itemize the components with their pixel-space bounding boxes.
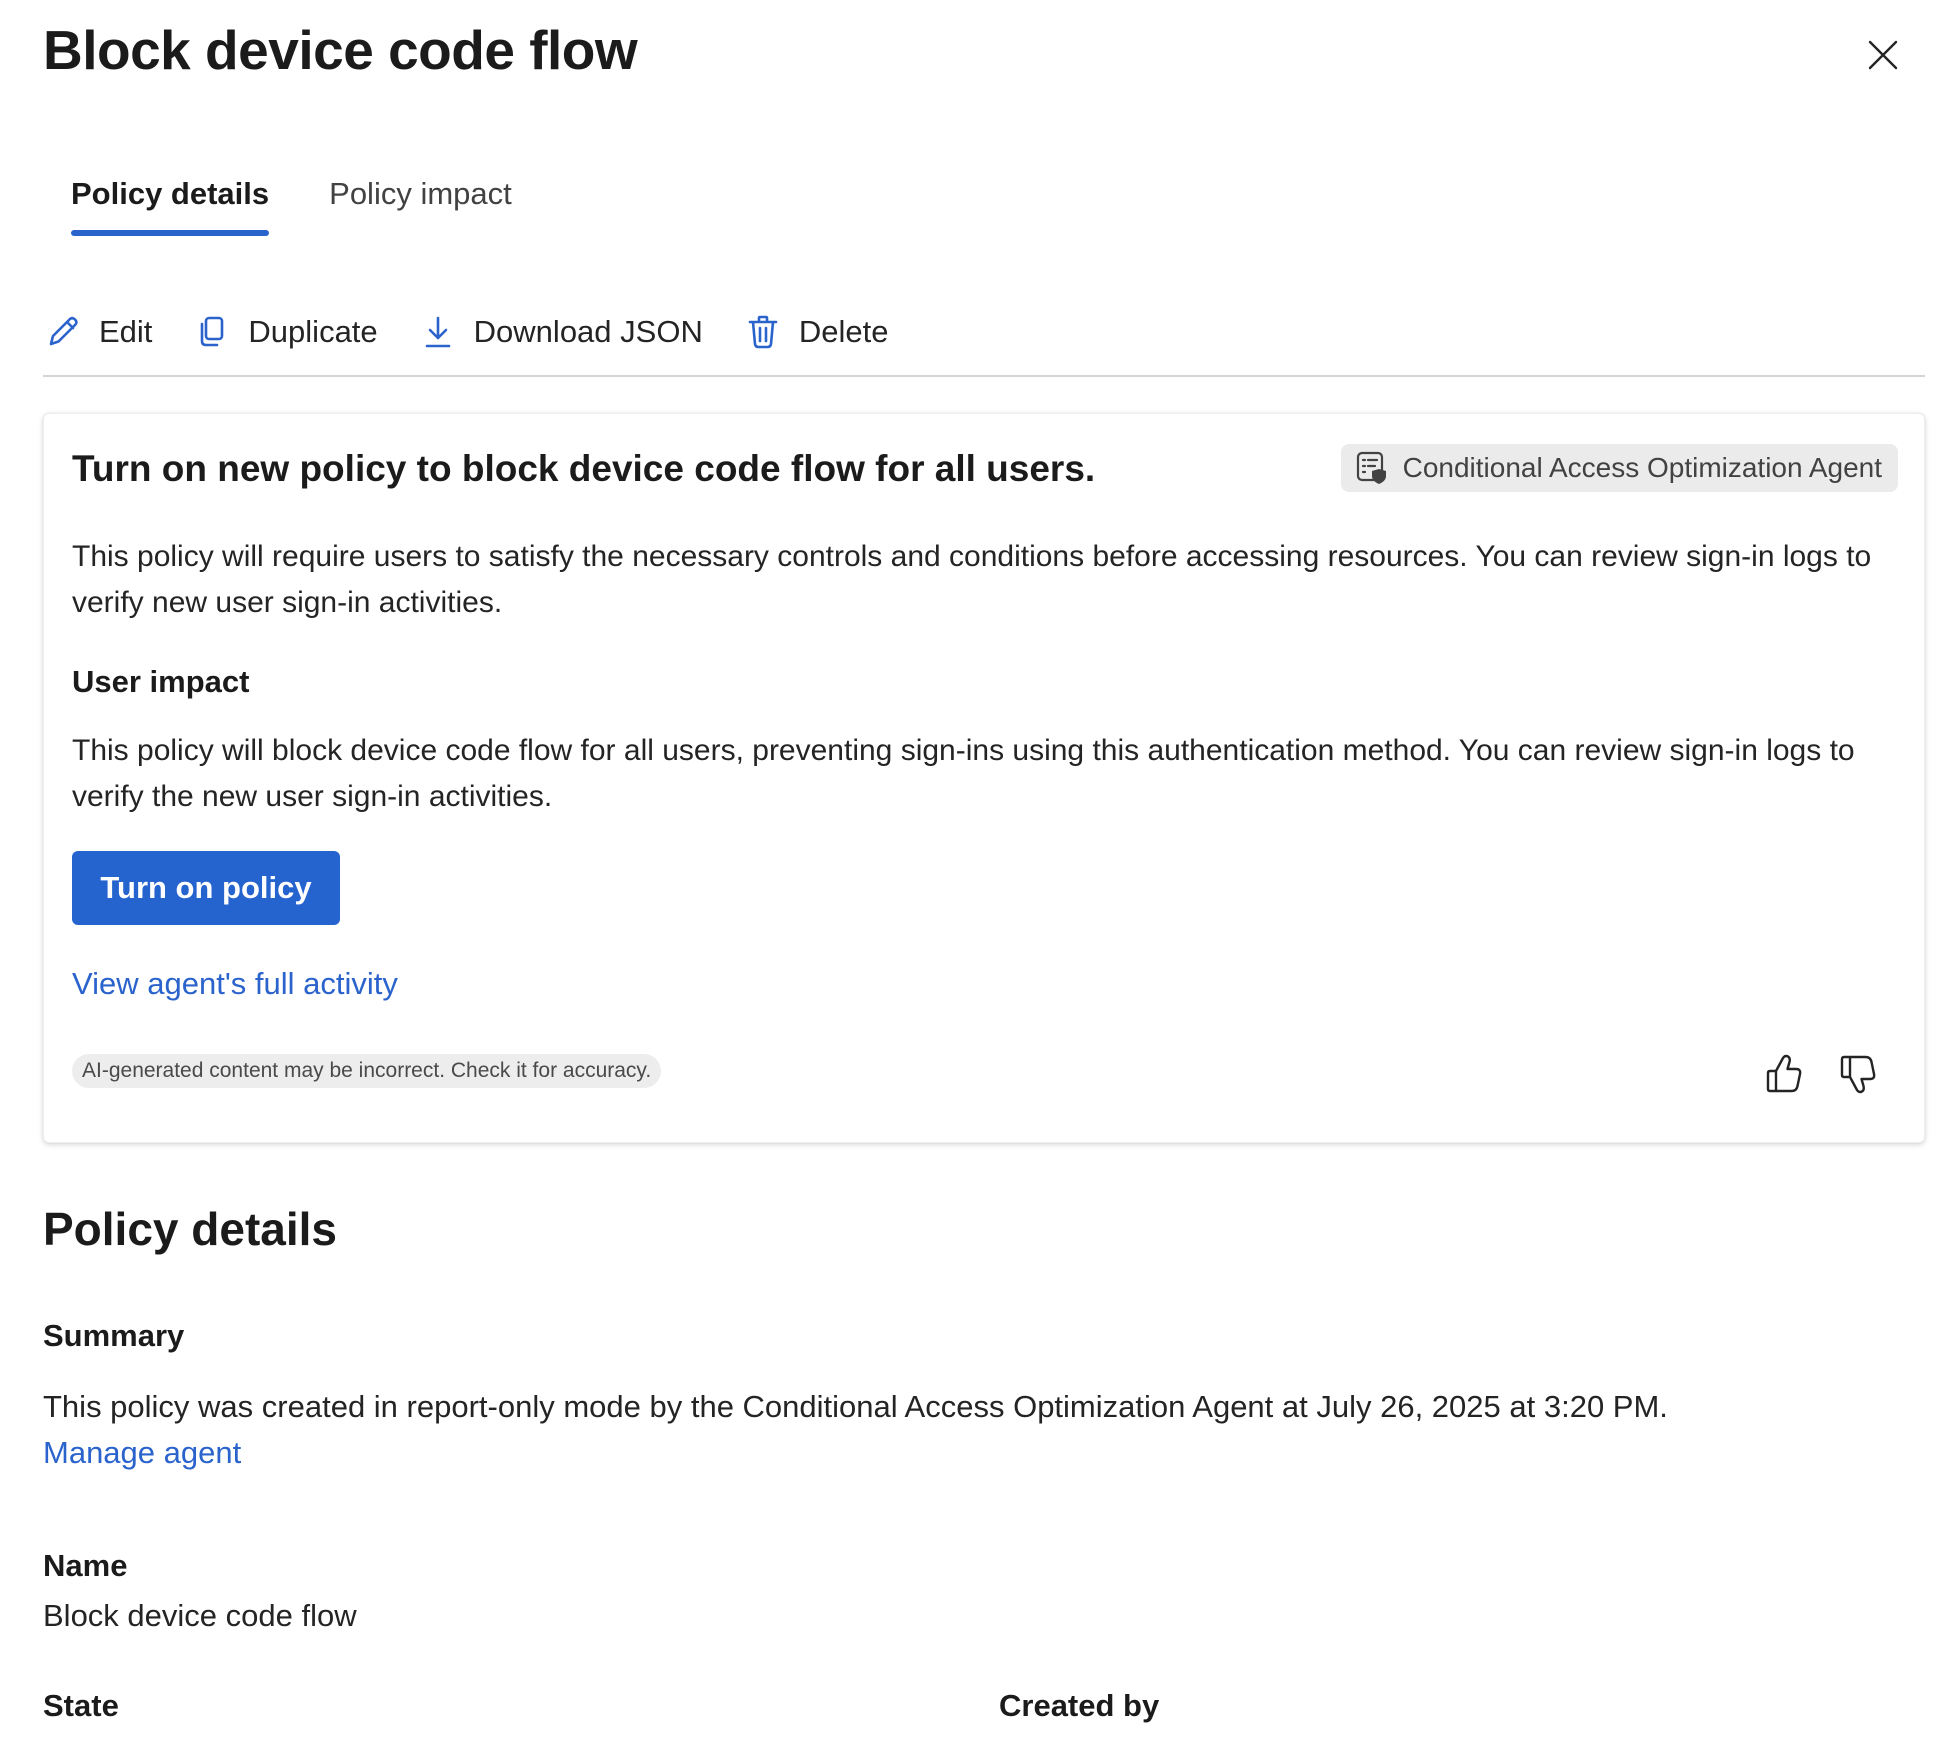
toolbar-divider (43, 375, 1925, 377)
edit-label: Edit (99, 314, 153, 349)
recommendation-title: Turn on new policy to block device code … (72, 448, 1096, 489)
tab-list: Policy details Policy impact (71, 176, 512, 236)
delete-button[interactable]: Delete (743, 312, 889, 352)
agent-badge-label: Conditional Access Optimization Agent (1402, 452, 1882, 483)
turn-on-policy-button[interactable]: Turn on policy (72, 851, 340, 925)
name-label: Name (43, 1548, 128, 1583)
download-json-label: Download JSON (473, 314, 703, 349)
name-value: Block device code flow (43, 1598, 357, 1633)
view-agent-activity-link[interactable]: View agent's full activity (72, 966, 398, 1002)
close-icon (1868, 40, 1898, 70)
tab-policy-impact[interactable]: Policy impact (329, 176, 512, 236)
recommendation-card: Turn on new policy to block device code … (43, 413, 1925, 1143)
policy-details-heading: Policy details (43, 1203, 338, 1255)
user-impact-text: This policy will block device code flow … (72, 734, 1855, 813)
panel-title: Block device code flow (43, 19, 638, 81)
agent-badge: Conditional Access Optimization Agent (1340, 444, 1898, 492)
duplicate-label: Duplicate (248, 314, 378, 349)
thumbs-down-icon (1840, 1055, 1876, 1094)
manage-agent-link[interactable]: Manage agent (43, 1435, 241, 1470)
summary-text: This policy was created in report-only m… (43, 1384, 1903, 1476)
trash-icon (743, 312, 783, 352)
edit-button[interactable]: Edit (43, 312, 152, 352)
close-button[interactable] (1860, 32, 1906, 78)
user-impact-heading: User impact (72, 664, 250, 699)
agent-icon (1353, 448, 1391, 488)
state-label: State (43, 1688, 119, 1723)
pencil-icon (43, 312, 83, 352)
ai-disclaimer-badge: AI-generated content may be incorrect. C… (72, 1054, 662, 1088)
delete-label: Delete (798, 314, 889, 349)
created-by-label: Created by (999, 1688, 1160, 1723)
tab-policy-details[interactable]: Policy details (71, 176, 270, 236)
download-icon (418, 312, 458, 352)
command-bar: Edit Duplicate Download JSON Delete (43, 312, 928, 352)
thumbs-up-icon (1766, 1054, 1802, 1093)
duplicate-button[interactable]: Duplicate (192, 312, 378, 352)
summary-body: This policy was created in report-only m… (43, 1389, 1668, 1424)
download-json-button[interactable]: Download JSON (418, 312, 703, 352)
copy-icon (192, 312, 232, 352)
thumbs-down-button[interactable] (1834, 1050, 1882, 1098)
thumbs-up-button[interactable] (1760, 1050, 1808, 1098)
recommendation-description: This policy will require users to satisf… (72, 540, 1872, 619)
summary-label: Summary (43, 1318, 185, 1353)
